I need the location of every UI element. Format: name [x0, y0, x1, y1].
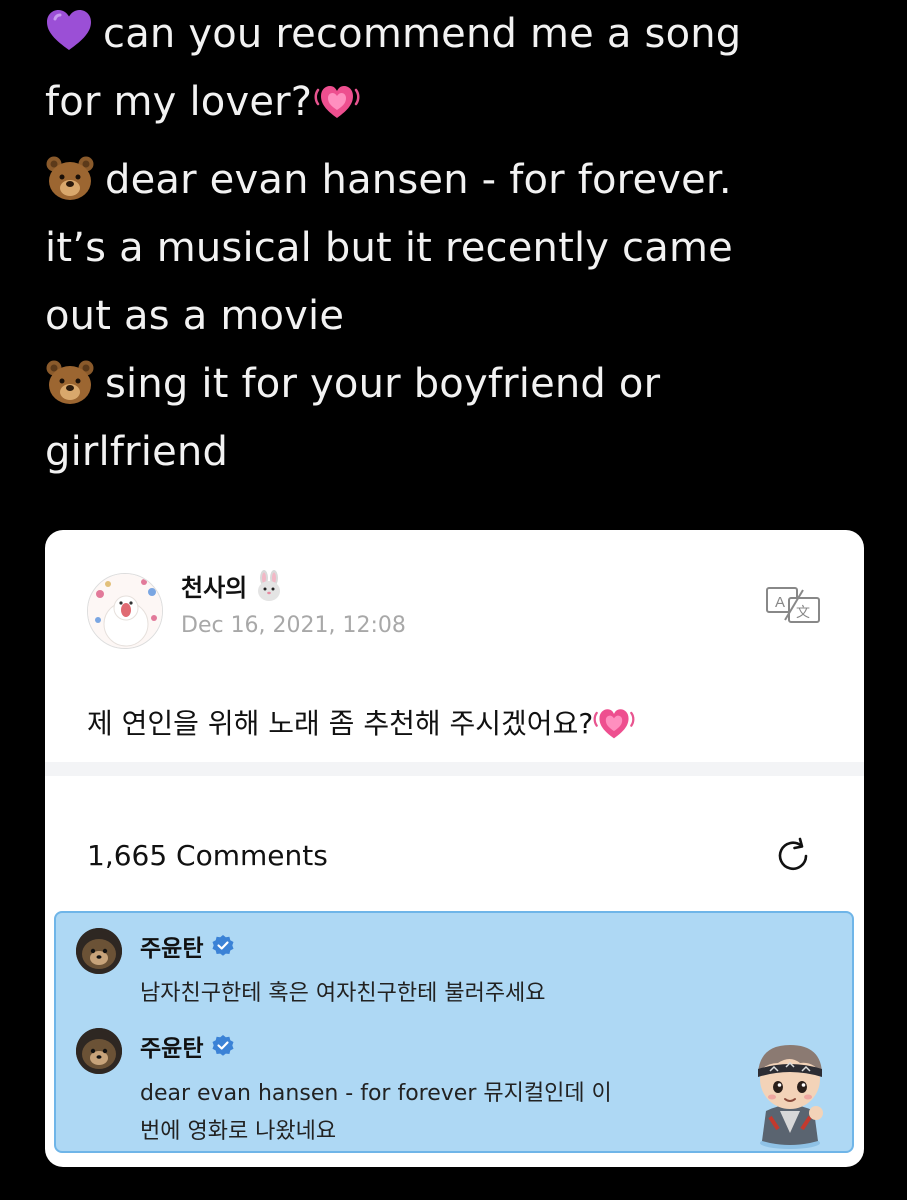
tweet-line: can you recommend me a song — [45, 0, 885, 68]
post-body: 제 연인을 위해 노래 좀 추천해 주시겠어요? — [87, 702, 645, 742]
verified-badge-icon — [212, 1035, 234, 1056]
tweet-line: girlfriend — [45, 429, 229, 475]
translate-icon[interactable]: A 文 — [765, 586, 821, 624]
growing-heart-icon — [593, 709, 635, 739]
verified-badge-icon — [212, 935, 234, 956]
comment-author[interactable]: 주윤탄 — [140, 929, 235, 963]
tweet-text: can you recommend me a song for my lover… — [45, 0, 885, 486]
tweet-line: for my lover? — [45, 68, 885, 136]
svg-text:A: A — [775, 594, 785, 611]
tweet-line-text: can you recommend me a song — [103, 11, 742, 57]
tweet-line-text: for my lover? — [45, 79, 313, 125]
avatar[interactable] — [76, 1028, 122, 1074]
post-author-name: 천사의 — [181, 574, 248, 602]
avatar-image — [76, 1028, 122, 1074]
avatar[interactable] — [87, 573, 163, 649]
tweet-line: dear evan hansen - for forever. — [45, 146, 885, 214]
avatar-image — [88, 574, 162, 648]
post-author[interactable]: 천사의 — [181, 568, 285, 603]
comment-author[interactable]: 주윤탄 — [140, 1029, 235, 1063]
tweet-line: it’s a musical but it recently came — [45, 225, 733, 271]
comment-text-line: dear evan hansen - for forever 뮤지컬인데 이 — [140, 1081, 612, 1106]
avatar-image — [76, 928, 122, 974]
tweet-line-text: dear evan hansen - for forever. — [105, 157, 732, 203]
post-card: 천사의 Dec 16, 2021, 12:08 A 文 제 연인을 위해 노래 … — [45, 530, 864, 1167]
comment-text: dear evan hansen - for forever 뮤지컬인데 이 번… — [140, 1075, 612, 1151]
comment-author-name: 주윤탄 — [140, 936, 204, 962]
bear-face-icon — [46, 156, 94, 200]
comment-author-name: 주윤탄 — [140, 1036, 204, 1062]
comment-text: 남자친구한테 혹은 여자친구한테 불러주세요 — [140, 981, 546, 1006]
tweet-line: out as a movie — [45, 293, 345, 339]
bear-face-icon — [46, 360, 94, 404]
post-date: Dec 16, 2021, 12:08 — [181, 613, 406, 638]
refresh-icon[interactable] — [773, 836, 813, 876]
rabbit-face-icon — [258, 569, 281, 601]
comment-text-line: 번에 영화로 나왔네요 — [140, 1119, 337, 1144]
post-body-text: 제 연인을 위해 노래 좀 추천해 주시겠어요? — [87, 707, 594, 740]
tweet-line: sing it for your boyfriend or — [45, 350, 885, 418]
divider — [45, 762, 864, 776]
growing-heart-icon — [314, 86, 360, 118]
svg-text:文: 文 — [796, 605, 810, 621]
character-sticker-icon — [758, 1045, 823, 1149]
highlighted-comments: 주윤탄 남자친구한테 혹은 여자친구한테 불러주세요 주윤탄 dear evan… — [54, 911, 854, 1153]
avatar[interactable] — [76, 928, 122, 974]
comments-count: 1,665 Comments — [87, 839, 328, 872]
purple-heart-icon — [47, 10, 91, 50]
tweet-line-text: sing it for your boyfriend or — [105, 361, 661, 407]
